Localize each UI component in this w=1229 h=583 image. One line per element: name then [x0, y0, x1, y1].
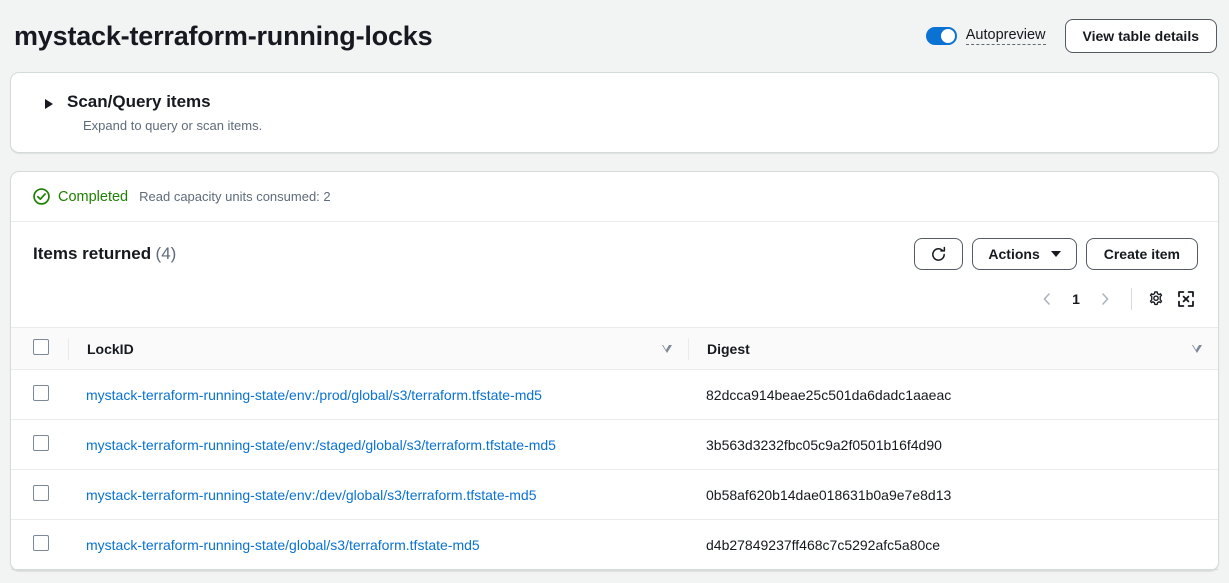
cell-digest: 0b58af620b14dae018631b0a9e7e8d13 — [688, 470, 1218, 520]
sort-descending-icon[interactable] — [1192, 345, 1202, 353]
cell-lockid: mystack-terraform-running-state/env:/sta… — [68, 420, 688, 470]
fullscreen-button[interactable] — [1171, 284, 1201, 314]
digest-value: 3b563d3232fbc05c9a2f0501b16f4d90 — [706, 437, 942, 453]
cell-digest: 3b563d3232fbc05c9a2f0501b16f4d90 — [688, 420, 1218, 470]
table-settings-button[interactable] — [1141, 284, 1171, 314]
lockid-link[interactable]: mystack-terraform-running-state/env:/dev… — [86, 487, 537, 503]
pagination-prev-button[interactable] — [1031, 284, 1063, 314]
scan-query-title[interactable]: Scan/Query items — [67, 92, 211, 112]
items-returned-card: Completed Read capacity units consumed: … — [10, 171, 1219, 571]
table-body: mystack-terraform-running-state/env:/pro… — [11, 370, 1218, 570]
cell-lockid: mystack-terraform-running-state/env:/dev… — [68, 470, 688, 520]
sort-descending-icon[interactable] — [662, 345, 672, 353]
digest-value: 0b58af620b14dae018631b0a9e7e8d13 — [706, 487, 951, 503]
results-toolbar: Items returned (4) Actions Create item — [11, 222, 1218, 270]
status-bar: Completed Read capacity units consumed: … — [11, 172, 1218, 222]
table-row: mystack-terraform-running-state/global/s… — [11, 520, 1218, 570]
items-returned-label: Items returned — [33, 244, 151, 263]
column-label-lockid: LockID — [87, 341, 134, 357]
create-item-button[interactable]: Create item — [1086, 238, 1198, 270]
scan-query-description: Expand to query or scan items. — [63, 118, 1218, 133]
column-header-lockid[interactable]: LockID — [68, 328, 688, 370]
table-row: mystack-terraform-running-state/env:/sta… — [11, 420, 1218, 470]
table-head: LockID Digest — [11, 328, 1218, 370]
row-select-cell — [11, 370, 68, 420]
scan-query-card[interactable]: Scan/Query items Expand to query or scan… — [10, 72, 1219, 153]
actions-dropdown-button[interactable]: Actions — [972, 238, 1076, 270]
pagination-bar: 1 — [11, 270, 1218, 327]
row-select-cell — [11, 420, 68, 470]
page-title: mystack-terraform-running-locks — [14, 23, 432, 50]
chevron-right-icon — [1099, 292, 1111, 306]
items-returned-heading: Items returned (4) — [33, 244, 176, 264]
view-table-details-button[interactable]: View table details — [1065, 19, 1217, 53]
items-table: LockID Digest mystack-terrafor — [11, 327, 1218, 570]
items-returned-count: (4) — [156, 244, 177, 263]
autopreview-label[interactable]: Autopreview — [966, 27, 1046, 45]
pagination-page-1[interactable]: 1 — [1063, 284, 1089, 314]
status-success-icon — [33, 188, 50, 205]
expand-icon — [1177, 290, 1195, 308]
row-checkbox[interactable] — [33, 435, 49, 451]
row-select-cell — [11, 470, 68, 520]
table-row: mystack-terraform-running-state/env:/dev… — [11, 470, 1218, 520]
row-checkbox[interactable] — [33, 485, 49, 501]
lockid-link[interactable]: mystack-terraform-running-state/env:/pro… — [86, 387, 542, 403]
refresh-button[interactable] — [914, 238, 963, 270]
column-label-digest: Digest — [707, 341, 750, 357]
row-checkbox[interactable] — [33, 385, 49, 401]
autopreview-toggle-group[interactable]: Autopreview — [926, 27, 1046, 45]
caret-down-icon — [1051, 251, 1061, 257]
header-actions: Autopreview View table details — [926, 19, 1217, 53]
status-label: Completed — [58, 189, 128, 205]
digest-value: d4b27849237ff468c7c5292afc5a80ce — [706, 537, 940, 553]
actions-label: Actions — [988, 246, 1039, 262]
refresh-icon — [930, 246, 947, 263]
cell-lockid: mystack-terraform-running-state/global/s… — [68, 520, 688, 570]
table-header-row: LockID Digest — [11, 328, 1218, 370]
autopreview-toggle[interactable] — [926, 27, 957, 45]
gear-icon — [1147, 290, 1165, 308]
status-group: Completed — [33, 188, 128, 205]
toggle-knob — [941, 29, 955, 43]
cell-digest: 82dcca914beae25c501da6dadc1aaeac — [688, 370, 1218, 420]
lockid-link[interactable]: mystack-terraform-running-state/global/s… — [86, 537, 480, 553]
scan-query-header[interactable]: Scan/Query items — [11, 92, 1218, 112]
pagination-next-button[interactable] — [1089, 284, 1121, 314]
pagination-divider — [1131, 288, 1132, 310]
caret-right-icon[interactable] — [45, 99, 53, 109]
cell-lockid: mystack-terraform-running-state/env:/pro… — [68, 370, 688, 420]
toolbar-actions: Actions Create item — [914, 238, 1198, 270]
digest-value: 82dcca914beae25c501da6dadc1aaeac — [706, 387, 951, 403]
select-all-checkbox[interactable] — [33, 339, 49, 355]
select-all-header — [11, 328, 68, 370]
page-header: mystack-terraform-running-locks Autoprev… — [0, 0, 1229, 72]
cell-digest: d4b27849237ff468c7c5292afc5a80ce — [688, 520, 1218, 570]
status-meta: Read capacity units consumed: 2 — [139, 189, 331, 204]
row-checkbox[interactable] — [33, 535, 49, 551]
table-row: mystack-terraform-running-state/env:/pro… — [11, 370, 1218, 420]
lockid-link[interactable]: mystack-terraform-running-state/env:/sta… — [86, 437, 556, 453]
chevron-left-icon — [1041, 292, 1053, 306]
column-header-digest[interactable]: Digest — [688, 328, 1218, 370]
row-select-cell — [11, 520, 68, 570]
